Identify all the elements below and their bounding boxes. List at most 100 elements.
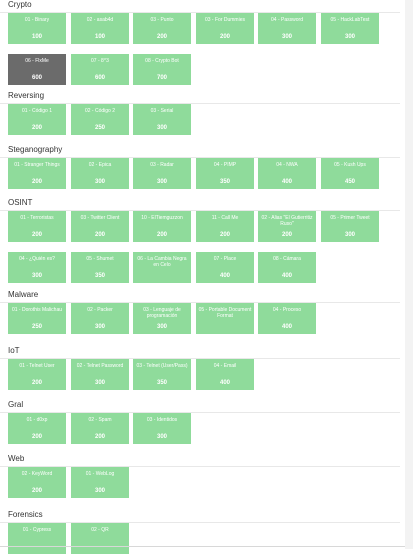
challenge-card[interactable]: 03 - Radar 300 xyxy=(133,158,191,189)
challenge-name: 03 - Radar xyxy=(150,162,174,168)
challenge-name: 07 - Place xyxy=(213,256,237,262)
challenge-name: 03 - Twitter Client xyxy=(80,215,120,221)
challenge-card[interactable]: 03 - Punto 200 xyxy=(133,13,191,44)
challenge-card[interactable]: 01 - Código 1 200 xyxy=(8,104,66,135)
challenge-points: 200 xyxy=(31,380,42,386)
challenge-card[interactable]: 03 - Identidos 300 xyxy=(133,413,191,444)
challenge-points: 300 xyxy=(94,488,105,494)
challenge-card[interactable]: 04 - Proceso 400 xyxy=(258,303,316,334)
challenge-name: 03 - Telnet (User/Pass) xyxy=(136,363,188,369)
challenge-points: 400 xyxy=(281,179,292,185)
category-title: OSINT xyxy=(8,198,33,207)
challenge-points: 400 xyxy=(219,273,230,279)
challenge-points: 350 xyxy=(219,179,230,185)
challenge-name: 03 - Identidos xyxy=(146,417,178,423)
challenge-name: 04 - ¿Quién es? xyxy=(19,256,55,262)
challenge-card[interactable]: 08 - Cámara 400 xyxy=(258,252,316,283)
challenge-points: 200 xyxy=(219,232,230,238)
challenge-name: 10 - ElTiemguzzon xyxy=(141,215,183,221)
scrollbar[interactable] xyxy=(405,0,413,549)
challenge-name: 05 - Shumet xyxy=(86,256,114,262)
challenge-name: 02 - Spam xyxy=(88,417,112,423)
challenge-name: 06 - La Cambia Negra en Celo xyxy=(137,256,187,268)
challenge-points: 600 xyxy=(94,75,105,81)
challenge-card[interactable]: 10 - ElTiemguzzon 200 xyxy=(133,211,191,242)
challenge-card[interactable]: 01 - Telnet User 200 xyxy=(8,359,66,390)
challenge-points: 300 xyxy=(344,232,355,238)
challenge-points: 300 xyxy=(281,34,292,40)
challenge-card[interactable]: 02 - asab4d 100 xyxy=(71,13,129,44)
challenge-card[interactable]: 03 - For Dummies 200 xyxy=(196,13,254,44)
challenge-points: 300 xyxy=(344,34,355,40)
challenge-card[interactable]: 01 - Cypress xyxy=(8,523,66,554)
challenge-name: 04 - Proceso xyxy=(272,307,302,313)
challenge-name: 05 - Kush Ups xyxy=(334,162,366,168)
challenge-points: 100 xyxy=(94,34,105,40)
challenge-card[interactable]: 05 - Shumet 350 xyxy=(71,252,129,283)
challenge-name: 08 - Cámara xyxy=(273,256,301,262)
challenge-card[interactable]: 02 - Alias "El Gutierritiz Ruso" 200 xyxy=(258,211,316,242)
challenge-card[interactable]: 01 - Stranger Things 200 xyxy=(8,158,66,189)
challenge-points: 400 xyxy=(281,273,292,279)
challenge-card[interactable]: 07 - Place 400 xyxy=(196,252,254,283)
challenge-card[interactable]: 04 - ¿Quién es? 300 xyxy=(8,252,66,283)
category-title: Malware xyxy=(8,290,39,299)
challenge-name: 02 - QR xyxy=(91,527,109,533)
challenge-points: 200 xyxy=(31,125,42,131)
challenge-card[interactable]: 01 - Terroristas 200 xyxy=(8,211,66,242)
challenge-card[interactable]: 03 - Lenguaje de programación 300 xyxy=(133,303,191,334)
challenge-card[interactable]: 05 - Primer Tweet 300 xyxy=(321,211,379,242)
challenge-name: 02 - Packer xyxy=(87,307,113,313)
challenge-name: 05 - Primer Tweet xyxy=(330,215,370,221)
challenge-card[interactable]: 03 - Serial 300 xyxy=(133,104,191,135)
challenge-card[interactable]: 05 - Kush Ups 450 xyxy=(321,158,379,189)
challenge-card[interactable]: 04 - PIMP 350 xyxy=(196,158,254,189)
challenge-card[interactable]: 02 - QR xyxy=(71,523,129,554)
challenge-card[interactable]: 08 - Crypto Bot 700 xyxy=(133,54,191,85)
challenge-card[interactable]: 02 - Epica 300 xyxy=(71,158,129,189)
challenge-card[interactable]: 04 - NWA 400 xyxy=(258,158,316,189)
challenge-name: 03 - Lenguaje de programación xyxy=(143,307,181,319)
challenge-name: 06 - FlxMe xyxy=(25,58,49,64)
challenge-name: 02 - KeyWord xyxy=(21,471,53,477)
challenge-card[interactable]: 02 - Telnet Password 300 xyxy=(71,359,129,390)
challenge-name: 02 - Alias "El Gutierritiz Ruso" xyxy=(261,215,313,227)
challenge-card[interactable]: 03 - Twitter Client 200 xyxy=(71,211,129,242)
challenge-card[interactable]: 05 - Portable Document Format xyxy=(196,303,254,334)
challenge-points: 300 xyxy=(94,179,105,185)
challenge-points: 300 xyxy=(94,380,105,386)
challenge-card[interactable]: 01 - Dorothis Malichau 250 xyxy=(8,303,66,334)
category-title: Forensics xyxy=(8,510,43,519)
challenge-card[interactable]: 01 - d0xp 200 xyxy=(8,413,66,444)
challenge-card[interactable]: 04 - Password 300 xyxy=(258,13,316,44)
challenge-points: 300 xyxy=(31,273,42,279)
challenge-card[interactable]: 04 - Email 400 xyxy=(196,359,254,390)
challenge-name: 04 - Email xyxy=(213,363,237,369)
challenge-card[interactable]: 01 - WebLog 300 xyxy=(71,467,129,498)
challenge-name: 01 - Cypress xyxy=(22,527,52,533)
challenge-name: 01 - Código 1 xyxy=(21,108,53,114)
challenge-points: 200 xyxy=(94,434,105,440)
challenge-card[interactable]: 02 - Packer 300 xyxy=(71,303,129,334)
challenge-points: 200 xyxy=(31,179,42,185)
challenge-points: 400 xyxy=(281,324,292,330)
challenge-points: 200 xyxy=(31,488,42,494)
challenge-points: 350 xyxy=(156,380,167,386)
challenge-card[interactable]: 02 - Spam 200 xyxy=(71,413,129,444)
challenge-points: 300 xyxy=(156,125,167,131)
challenge-points: 250 xyxy=(31,324,42,330)
challenge-name: 01 - Terroristas xyxy=(20,215,54,221)
challenge-card[interactable]: 05 - HackLabTest 300 xyxy=(321,13,379,44)
challenge-card[interactable]: 07 - 8^3 600 xyxy=(71,54,129,85)
challenge-card[interactable]: 06 - FlxMe 600 xyxy=(8,54,66,85)
challenge-card[interactable]: 03 - Telnet (User/Pass) 350 xyxy=(133,359,191,390)
challenge-name: 04 - Password xyxy=(271,17,303,23)
challenge-name: 01 - d0xp xyxy=(26,417,48,423)
challenge-card[interactable]: 02 - Código 2 250 xyxy=(71,104,129,135)
category-title: Web xyxy=(8,454,25,463)
challenge-card[interactable]: 11 - Call Me 200 xyxy=(196,211,254,242)
challenge-card[interactable]: 06 - La Cambia Negra en Celo xyxy=(133,252,191,283)
challenge-name: 03 - For Dummies xyxy=(204,17,245,23)
challenge-card[interactable]: 01 - Binary 100 xyxy=(8,13,66,44)
challenge-card[interactable]: 02 - KeyWord 200 xyxy=(8,467,66,498)
